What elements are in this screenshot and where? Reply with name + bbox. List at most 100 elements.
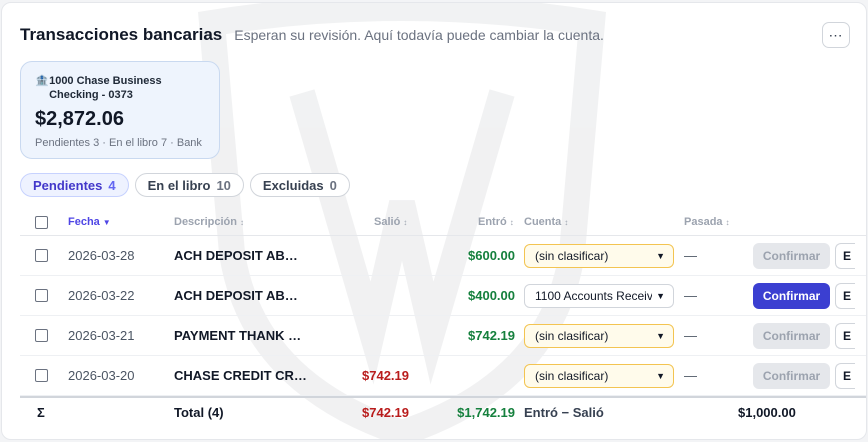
tab-label: En el libro bbox=[147, 177, 211, 193]
column-header-account[interactable]: Cuenta ↕ bbox=[524, 209, 568, 235]
row-date: 2026-03-22 bbox=[68, 288, 135, 303]
chevron-down-icon: ▼ bbox=[656, 290, 665, 301]
row-extra-cell: E bbox=[835, 236, 855, 275]
account-select-value: (sin clasificar) bbox=[535, 368, 609, 383]
row-in bbox=[450, 356, 515, 395]
totals-label: Total (4) bbox=[174, 404, 224, 420]
column-label: Descripción bbox=[174, 216, 237, 228]
row-account-cell: (sin clasificar) ▼ bbox=[524, 316, 674, 355]
totals-row: Σ Total (4) $742.19 $1,742.19 Entró − Sa… bbox=[20, 396, 866, 426]
table-row: 2026-03-28 ACH DEPOSIT AB… $600.00 (sin … bbox=[20, 236, 866, 276]
row-confirm-cell: Confirmar bbox=[753, 316, 830, 355]
account-name-line: 🏦 1000 Chase Business Checking - 0373 bbox=[35, 74, 205, 102]
column-header-out[interactable]: Salió ↕ bbox=[374, 209, 407, 235]
tab-label: Excluidas bbox=[262, 177, 324, 193]
confirm-button[interactable]: Confirmar bbox=[753, 322, 830, 349]
account-select[interactable]: (sin clasificar) ▼ bbox=[524, 243, 674, 268]
tab-count: 10 bbox=[216, 177, 231, 193]
page-title: Transacciones bancarias bbox=[20, 25, 223, 44]
row-extra-cell: E bbox=[835, 276, 855, 315]
row-confirm-cell: Confirmar bbox=[753, 276, 830, 315]
select-all-checkbox[interactable] bbox=[35, 215, 48, 229]
exclude-button[interactable]: E bbox=[835, 282, 855, 309]
column-label: Salió bbox=[374, 216, 401, 228]
row-date: 2026-03-28 bbox=[68, 248, 135, 263]
sort-desc-icon: ▼ bbox=[102, 217, 111, 227]
bank-icon: 🏦 bbox=[35, 75, 49, 87]
confirm-button[interactable]: Confirmar bbox=[753, 242, 830, 269]
table-header-row: Fecha ▼ Descripción ↕ Salió ↕ Entró ↕ Cuenta… bbox=[20, 209, 866, 236]
row-checkbox[interactable] bbox=[35, 249, 48, 262]
totals-net-label: Entró − Salió bbox=[524, 404, 604, 420]
confirm-button[interactable]: Confirmar bbox=[753, 362, 830, 389]
chevron-down-icon: ▼ bbox=[656, 370, 665, 381]
column-header-in[interactable]: Entró ↕ bbox=[478, 209, 514, 235]
tab-count: 4 bbox=[108, 177, 116, 193]
row-description[interactable]: ACH DEPOSIT AB… bbox=[174, 276, 298, 315]
select-all-cell bbox=[35, 209, 48, 235]
tab-pendientes[interactable]: Pendientes 4 bbox=[20, 173, 129, 197]
account-select[interactable]: 1100 Accounts Receiv ▼ bbox=[524, 283, 674, 308]
tab-count: 0 bbox=[329, 177, 337, 193]
row-in: $742.19 bbox=[468, 328, 515, 343]
row-checkbox[interactable] bbox=[35, 369, 48, 382]
row-confirm-cell: Confirmar bbox=[753, 236, 830, 275]
row-description[interactable]: ACH DEPOSIT AB… bbox=[174, 236, 298, 275]
more-options-button[interactable]: ⋯ bbox=[822, 22, 850, 48]
column-header-passed[interactable]: Pasada ↕ bbox=[684, 209, 730, 235]
row-checkbox[interactable] bbox=[35, 289, 48, 302]
account-select-value: 1100 Accounts Receiv bbox=[535, 288, 653, 303]
bank-account-card[interactable]: 🏦 1000 Chase Business Checking - 0373 $2… bbox=[20, 61, 220, 159]
column-label: Fecha bbox=[68, 216, 100, 228]
column-label: Cuenta bbox=[524, 216, 562, 228]
row-select-cell bbox=[35, 276, 48, 315]
tab-excluidas[interactable]: Excluidas 0 bbox=[249, 173, 350, 197]
row-in: $400.00 bbox=[468, 288, 515, 303]
account-name: 1000 Chase Business Checking - 0373 bbox=[49, 75, 162, 101]
row-passed: — bbox=[684, 368, 697, 383]
column-label: Entró bbox=[478, 216, 507, 228]
exclude-button[interactable]: E bbox=[835, 242, 855, 269]
chevron-down-icon: ▼ bbox=[656, 330, 665, 341]
column-label: Pasada bbox=[684, 216, 723, 228]
tab-en-el-libro[interactable]: En el libro 10 bbox=[134, 173, 244, 197]
sigma-icon: Σ bbox=[37, 404, 45, 420]
exclude-button[interactable]: E bbox=[835, 322, 855, 349]
row-passed: — bbox=[684, 248, 697, 263]
more-dots-icon: ⋯ bbox=[828, 26, 844, 43]
status-tabs: Pendientes 4 En el libro 10 Excluidas 0 bbox=[20, 173, 350, 197]
confirm-button[interactable]: Confirmar bbox=[753, 282, 830, 309]
table-row: 2026-03-21 PAYMENT THANK … $742.19 (sin … bbox=[20, 316, 866, 356]
page-header: Transacciones bancarias Esperan su revis… bbox=[20, 25, 604, 45]
table-row: 2026-03-22 ACH DEPOSIT AB… $400.00 1100 … bbox=[20, 276, 866, 316]
row-select-cell bbox=[35, 236, 48, 275]
row-date: 2026-03-20 bbox=[68, 368, 135, 383]
account-select[interactable]: (sin clasificar) ▼ bbox=[524, 363, 674, 388]
totals-net: $1,000.00 bbox=[738, 404, 796, 420]
account-select[interactable]: (sin clasificar) ▼ bbox=[524, 323, 674, 348]
row-account-cell: 1100 Accounts Receiv ▼ bbox=[524, 276, 674, 315]
column-header-date[interactable]: Fecha ▼ bbox=[68, 209, 111, 235]
sort-icon: ↕ bbox=[564, 217, 569, 227]
row-select-cell bbox=[35, 356, 48, 395]
sort-icon: ↕ bbox=[239, 217, 244, 227]
row-account-cell: (sin clasificar) ▼ bbox=[524, 356, 674, 395]
page-subtitle: Esperan su revisión. Aquí todavía puede … bbox=[234, 27, 604, 43]
column-header-description[interactable]: Descripción ↕ bbox=[174, 209, 244, 235]
transactions-table: Fecha ▼ Descripción ↕ Salió ↕ Entró ↕ Cuenta… bbox=[20, 209, 866, 426]
row-checkbox[interactable] bbox=[35, 329, 48, 342]
row-confirm-cell: Confirmar bbox=[753, 356, 830, 395]
row-description[interactable]: CHASE CREDIT CR… bbox=[174, 356, 307, 395]
sort-icon: ↕ bbox=[725, 217, 730, 227]
row-extra-cell: E bbox=[835, 316, 855, 355]
row-out: $742.19 bbox=[362, 368, 409, 383]
totals-in: $1,742.19 bbox=[457, 404, 515, 420]
exclude-button[interactable]: E bbox=[835, 362, 855, 389]
row-extra-cell: E bbox=[835, 356, 855, 395]
row-in: $600.00 bbox=[468, 248, 515, 263]
row-passed: — bbox=[684, 288, 697, 303]
account-select-value: (sin clasificar) bbox=[535, 328, 609, 343]
row-account-cell: (sin clasificar) ▼ bbox=[524, 236, 674, 275]
sort-icon: ↕ bbox=[509, 217, 514, 227]
row-description[interactable]: PAYMENT THANK … bbox=[174, 316, 301, 355]
